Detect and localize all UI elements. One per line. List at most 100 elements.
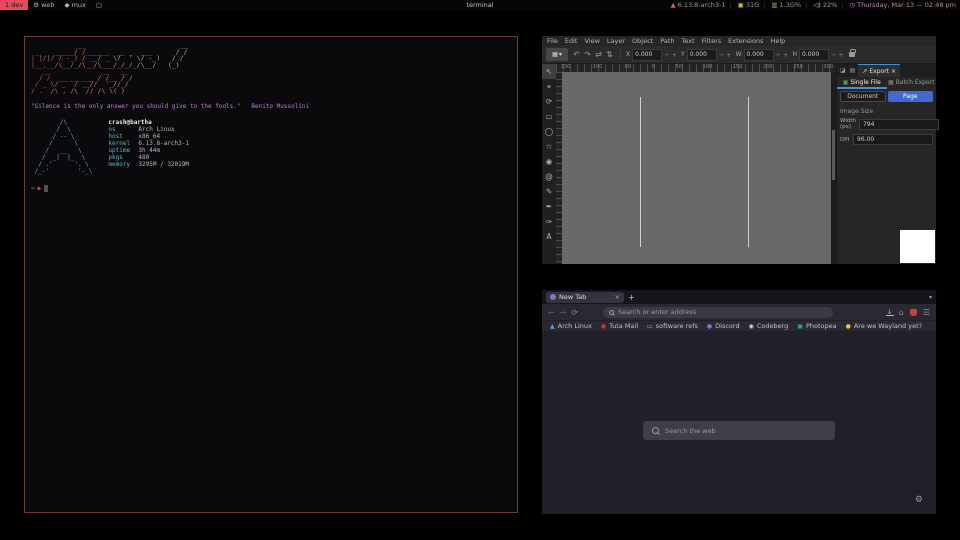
menu-icon[interactable]: ☰: [923, 308, 930, 317]
dock-tab-strip: ◪▤ ↗ Export ×: [837, 64, 936, 77]
menu-item[interactable]: Help: [770, 37, 785, 45]
bookmark-item[interactable]: ▲ Arch Linux: [550, 322, 592, 330]
url-bar[interactable]: [603, 307, 833, 318]
fetch-value: 3h 44m: [138, 147, 160, 154]
menu-item[interactable]: Layer: [607, 37, 625, 45]
menu-item[interactable]: Object: [632, 37, 653, 45]
reload-icon[interactable]: ⟳: [571, 308, 578, 317]
transform-icon[interactable]: ⇅: [604, 50, 615, 59]
fetch-row: uptime 3h 44m: [108, 147, 189, 154]
toolbox-tool[interactable]: ▭: [542, 109, 556, 124]
coordinate-input[interactable]: 0.000: [744, 49, 774, 61]
toolbox-tool[interactable]: ◯: [542, 124, 556, 139]
shell-prompt[interactable]: ~ ▶: [31, 185, 511, 192]
lock-ratio-icon[interactable]: [849, 52, 855, 57]
ruler-label: 300: [823, 64, 833, 70]
decrement-button[interactable]: −: [831, 51, 836, 59]
forward-icon[interactable]: →: [560, 308, 567, 317]
menu-item[interactable]: View: [584, 37, 599, 45]
toolbox-tool[interactable]: ✒: [542, 199, 556, 214]
coordinate-input[interactable]: 0.000: [632, 49, 662, 61]
export-mode-button[interactable]: Document: [840, 91, 886, 102]
toolbox-tool[interactable]: ◉: [542, 154, 556, 169]
toolbox-tool[interactable]: @: [542, 169, 556, 184]
menu-item[interactable]: File: [547, 37, 558, 45]
transform-icon[interactable]: ⇄: [593, 50, 604, 59]
selector-mode-dropdown[interactable]: ▦ ▾: [546, 48, 568, 61]
coordinate-input[interactable]: 0.000: [687, 49, 717, 61]
close-icon[interactable]: ×: [891, 68, 896, 75]
close-icon[interactable]: ×: [615, 293, 620, 301]
status-segment: ◁) 22%: [801, 1, 837, 9]
toolbox-tool[interactable]: ↖: [542, 64, 556, 79]
scrollbar-thumb[interactable]: [832, 130, 835, 180]
toolbox-tool[interactable]: A: [542, 229, 556, 244]
status-text: 31G: [746, 1, 759, 9]
gear-icon[interactable]: ⚙: [915, 495, 923, 505]
menu-item[interactable]: Text: [682, 37, 695, 45]
status-segment: ▥ 1.3G%: [759, 1, 801, 9]
workspace-tag[interactable]: ◆ mux: [60, 0, 91, 10]
export-subtabs: ▣ Single File ▦ Batch Export: [837, 77, 936, 89]
increment-button[interactable]: +: [783, 51, 788, 59]
workspace-tag[interactable]: 1 dev: [0, 0, 28, 10]
browser-tab[interactable]: New Tab ×: [546, 292, 624, 303]
dock-tab-icons: ◪▤: [840, 67, 855, 74]
inkscape-canvas[interactable]: [562, 72, 831, 264]
fetch-row: os Arch Linux: [108, 126, 189, 133]
coordinate-field: W 0.000 − +: [736, 49, 789, 61]
export-dock-tab[interactable]: ↗ Export ×: [858, 64, 900, 77]
bookmark-item[interactable]: ● Are we Wayland yet?: [846, 322, 922, 330]
ublock-extension-icon[interactable]: [910, 309, 917, 316]
transform-icon[interactable]: ↷: [582, 50, 593, 59]
decrement-button[interactable]: −: [776, 51, 781, 59]
menu-item[interactable]: Edit: [565, 37, 578, 45]
status-text: Thursday, Mar 13 — 02:48 pm: [857, 1, 956, 9]
bookmark-item[interactable]: ● Discord: [707, 322, 740, 330]
increment-button[interactable]: +: [838, 51, 843, 59]
dock-tab-icon[interactable]: ◪: [840, 67, 846, 74]
bookmark-favicon: ◉: [749, 323, 754, 330]
new-tab-button[interactable]: +: [628, 293, 635, 302]
export-subtab[interactable]: ▣ Single File: [837, 77, 887, 89]
toolbox-tool[interactable]: ✎: [542, 184, 556, 199]
chevron-down-icon[interactable]: ▾: [929, 294, 932, 301]
web-search-input[interactable]: [665, 427, 826, 435]
decrement-button[interactable]: −: [664, 51, 669, 59]
increment-button[interactable]: +: [726, 51, 731, 59]
menu-item[interactable]: Filters: [702, 37, 721, 45]
toolbox-tool[interactable]: ✑: [542, 214, 556, 229]
bookmark-item[interactable]: ▣ Photopea: [797, 322, 836, 330]
tab-title: New Tab: [559, 293, 586, 301]
dpi-input[interactable]: [853, 134, 933, 145]
transform-icon[interactable]: ↶: [571, 50, 582, 59]
back-icon[interactable]: ←: [548, 308, 555, 317]
toolbox-tool[interactable]: ⟳: [542, 94, 556, 109]
menu-item[interactable]: Extensions: [728, 37, 763, 45]
workspace-tag[interactable]: ▢: [91, 0, 107, 10]
bookmark-item[interactable]: ▭ software refs: [647, 322, 698, 330]
workspace-tag[interactable]: ⚙ web: [28, 0, 59, 10]
terminal-window[interactable]: __ __ _ _____/ /______ __ _ ___ / / | |/…: [24, 36, 518, 513]
increment-button[interactable]: +: [672, 51, 677, 59]
coordinate-label: X: [626, 51, 630, 58]
menu-item[interactable]: Path: [660, 37, 674, 45]
coordinate-input[interactable]: 0.000: [799, 49, 829, 61]
toolbox-tool[interactable]: ⌖: [542, 79, 556, 94]
width-input[interactable]: [859, 119, 939, 130]
export-mode-button[interactable]: Page: [888, 91, 934, 102]
home-icon[interactable]: ⌂: [899, 308, 904, 317]
toolbox-tool[interactable]: ☆: [542, 139, 556, 154]
dock-tab-icon[interactable]: ▤: [850, 67, 856, 74]
bookmark-label: Photopea: [806, 322, 837, 330]
fetch-row: host x86_64: [108, 133, 189, 140]
export-subtab[interactable]: ▦ Batch Export: [887, 77, 937, 89]
bookmark-item[interactable]: ◉ Codeberg: [749, 322, 789, 330]
decrement-button[interactable]: −: [719, 51, 724, 59]
web-search-box[interactable]: [643, 421, 835, 440]
status-icon: ▣: [738, 1, 744, 9]
url-input[interactable]: [618, 308, 827, 316]
ruler-label: -50: [623, 64, 631, 70]
downloads-icon[interactable]: ↓: [887, 308, 893, 316]
bookmark-item[interactable]: ● Tuta Mail: [601, 322, 638, 330]
